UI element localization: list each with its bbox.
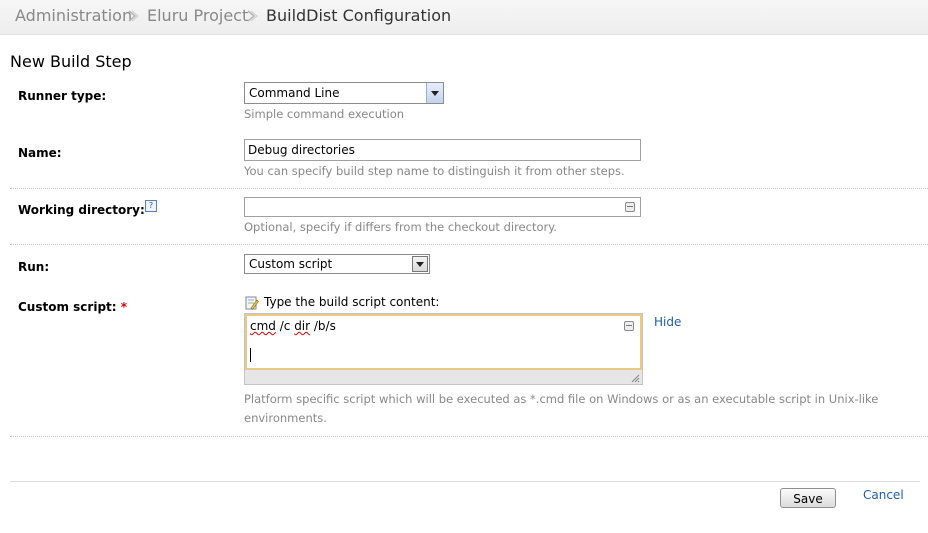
runner-type-value: Command Line bbox=[249, 86, 340, 100]
runner-type-hint: Simple command execution bbox=[244, 107, 405, 121]
expand-icon[interactable] bbox=[624, 321, 634, 331]
text-caret bbox=[250, 348, 251, 362]
hide-link[interactable]: Hide bbox=[654, 315, 681, 329]
run-label: Run: bbox=[18, 260, 50, 274]
working-directory-label: Working directory: bbox=[18, 203, 145, 217]
script-line: cmd /c dir /b/s bbox=[250, 319, 637, 334]
custom-script-label-text: Custom script: bbox=[18, 300, 117, 314]
required-marker: * bbox=[120, 300, 128, 314]
editor-label: Type the build script content: bbox=[264, 295, 440, 309]
resize-grip-icon[interactable] bbox=[630, 373, 640, 383]
edit-icon bbox=[245, 296, 259, 310]
script-token: /c bbox=[275, 319, 295, 333]
chevron-down-icon[interactable] bbox=[412, 256, 428, 272]
page-title: New Build Step bbox=[10, 52, 132, 71]
breadcrumb-administration[interactable]: Administration bbox=[15, 6, 132, 25]
divider bbox=[10, 244, 928, 245]
script-token: cmd bbox=[250, 319, 276, 333]
footer-divider bbox=[10, 481, 920, 482]
name-hint: You can specify build step name to disti… bbox=[244, 164, 625, 178]
breadcrumb-eluru-project[interactable]: Eluru Project bbox=[147, 6, 248, 25]
custom-script-textarea[interactable]: cmd /c dir /b/s bbox=[245, 314, 642, 370]
runner-type-select[interactable]: Command Line bbox=[244, 82, 444, 104]
chevron-down-icon[interactable] bbox=[426, 83, 443, 103]
script-token: /b/s bbox=[310, 319, 336, 333]
custom-script-label: Custom script: * bbox=[18, 300, 127, 314]
script-token: dir bbox=[294, 319, 311, 333]
breadcrumb-builddist-configuration: BuildDist Configuration bbox=[266, 6, 452, 25]
run-value: Custom script bbox=[249, 257, 333, 271]
run-select[interactable]: Custom script bbox=[244, 254, 430, 274]
help-icon[interactable]: ? bbox=[145, 200, 157, 212]
save-button[interactable]: Save bbox=[780, 488, 836, 508]
working-directory-hint: Optional, specify if differs from the ch… bbox=[244, 220, 558, 234]
breadcrumb-separator-icon bbox=[128, 10, 139, 22]
working-directory-input[interactable] bbox=[244, 197, 641, 217]
name-input[interactable]: Debug directories bbox=[244, 139, 641, 161]
breadcrumb-separator-icon bbox=[247, 10, 258, 22]
cancel-link[interactable]: Cancel bbox=[863, 488, 904, 502]
custom-script-hint-line2: environments. bbox=[244, 411, 327, 425]
runner-type-label: Runner type: bbox=[18, 89, 107, 103]
divider bbox=[10, 188, 928, 189]
breadcrumb: Administration Eluru Project BuildDist C… bbox=[0, 0, 928, 35]
name-label: Name: bbox=[18, 146, 62, 160]
custom-script-hint-line1: Platform specific script which will be e… bbox=[244, 392, 879, 406]
browse-icon[interactable] bbox=[625, 202, 635, 212]
divider bbox=[10, 436, 928, 437]
